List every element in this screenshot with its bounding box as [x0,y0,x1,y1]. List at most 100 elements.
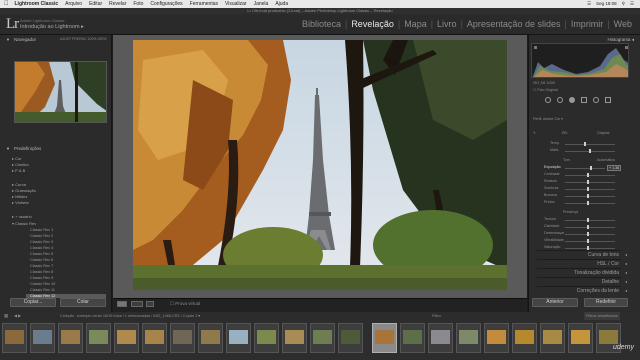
texture-slider-track[interactable] [565,220,615,221]
menu-visualizar[interactable]: Visualizar [225,0,247,8]
filmstrip-thumb[interactable] [142,323,167,353]
filmstrip-thumb[interactable] [568,323,593,353]
filmstrip-thumb[interactable] [456,323,481,353]
module-imprimir[interactable]: Imprimir [571,19,604,29]
section-detail[interactable]: Detalhe ◂ [537,277,627,285]
whites-slider-handle[interactable] [587,194,589,198]
filmstrip-thumb[interactable] [540,323,565,353]
whites-slider-track[interactable] [565,196,615,197]
histogram-graph[interactable] [531,43,629,78]
histogram-header[interactable]: Histograma ◂ [529,36,640,43]
preset-item[interactable]: Classic Rev 5 [30,252,53,257]
preset-group-nitidez[interactable]: ▸ Nitidez [12,194,27,199]
filmstrip-thumb[interactable] [30,323,55,353]
tone-auto-button[interactable]: Automático [597,158,615,162]
preset-item[interactable]: Classic Rev 6 [30,258,53,263]
highlights-slider-handle[interactable] [587,180,589,184]
grid-view-icon[interactable]: ▦ [4,312,8,320]
preset-group-curva[interactable]: ▸ Curva [12,182,26,187]
filmstrip-thumb[interactable] [512,323,537,353]
section-hsl[interactable]: HSL / Cor ◂ [537,259,627,267]
preset-group-classic-rev[interactable]: ▾ Classic Rev [12,221,36,226]
module-livro[interactable]: Livro [437,19,457,29]
preset-item[interactable]: Classic Rev 2 [30,234,53,239]
filmstrip-source-info[interactable]: Coleção : exemplo vento 16/19 fotos / 1 … [60,312,200,320]
preset-item[interactable]: Classic Rev 4 [30,246,53,251]
redeye-icon[interactable] [569,97,575,103]
filmstrip-thumb[interactable] [310,323,335,353]
filmstrip-thumb[interactable] [282,323,307,353]
reset-button[interactable]: Redefinir [584,298,628,307]
radial-filter-icon[interactable] [593,97,599,103]
filmstrip-thumb[interactable] [226,323,251,353]
filmstrip-thumb[interactable] [198,323,223,353]
filter-dropdown[interactable]: Filtros desativados [584,312,620,320]
menu-ajuda[interactable]: Ajuda [275,0,288,8]
search-icon[interactable]: ⚲ [622,0,625,8]
filmstrip-thumb-selected[interactable] [372,323,397,353]
before-after-button[interactable] [131,301,143,307]
raw-original-checkbox[interactable]: ☐ Foto Original [533,88,558,92]
navigator-zoom-options[interactable]: AJUST PREENC 100% 200% [60,37,106,41]
crop-tool-icon[interactable] [545,97,551,103]
exposure-slider-handle[interactable] [590,166,592,170]
wifi-icon[interactable]: ☰ [587,0,591,8]
shadows-slider-handle[interactable] [587,187,589,191]
filmstrip-thumb[interactable] [484,323,509,353]
preset-item[interactable]: Classic Rev 8 [30,270,53,275]
swap-button[interactable] [146,301,154,307]
filmstrip-thumb[interactable] [400,323,425,353]
menu-list-icon[interactable]: ☰ [630,0,634,8]
exposure-value-field[interactable]: + 1,36 [607,165,622,171]
texture-slider-handle[interactable] [587,218,589,222]
main-photo[interactable] [133,40,507,290]
menu-foto[interactable]: Foto [133,0,143,8]
menu-arquivo[interactable]: Arquivo [65,0,82,8]
filmstrip-thumb[interactable] [58,323,83,353]
module-revelacao[interactable]: Revelação [351,19,394,29]
preset-group-cor[interactable]: ▸ Cor [12,156,22,161]
vibrance-slider-track[interactable] [565,241,615,242]
contrast-slider-track[interactable] [565,175,615,176]
module-biblioteca[interactable]: Biblioteca [302,19,341,29]
section-lens-corrections[interactable]: Correções da lente ◂ [537,286,627,294]
nav-arrows[interactable]: ◀ ▶ [14,312,21,320]
app-menu[interactable]: Lightroom Classic [15,0,59,8]
blacks-slider-track[interactable] [565,203,615,204]
section-split-toning[interactable]: Tonalização dividida ◂ [537,268,627,276]
preset-item[interactable]: Classic Rev 10 [30,282,55,287]
preset-item[interactable]: Classic Rev 1 [30,228,53,233]
saturation-slider-track[interactable] [565,248,615,249]
preset-group-granulacao[interactable]: ▸ Granulação [12,188,36,193]
filmstrip-thumb[interactable] [114,323,139,353]
catalog-title[interactable]: Introdução ao Lightroom ▸ [20,24,84,30]
exposure-slider-track[interactable] [565,168,605,169]
menu-revelar[interactable]: Revelar [109,0,126,8]
preset-group-usuario[interactable]: ▸ + usuário [12,214,32,219]
filmstrip-thumb[interactable] [254,323,279,353]
paste-button[interactable]: Colar [60,298,106,307]
preset-group-criativo[interactable]: ▸ Criativo [12,162,29,167]
menu-editar[interactable]: Editar [89,0,102,8]
clock[interactable]: Seg 18:08 [596,0,617,8]
menu-configuracoes[interactable]: Configurações [150,0,182,8]
soft-proof-checkbox[interactable]: ☐ Prova virtual [170,300,200,308]
spot-removal-icon[interactable] [557,97,563,103]
clarity-slider-track[interactable] [565,227,615,228]
preset-item[interactable]: Classic Rev 3 [30,240,53,245]
wb-value[interactable]: Original [597,131,609,135]
vibrance-slider-handle[interactable] [587,239,589,243]
filmstrip-thumb[interactable] [338,323,363,353]
eyedropper-icon[interactable]: ✎ [533,131,536,135]
temp-slider-track[interactable] [565,144,615,145]
preset-group-pb[interactable]: ▸ P & B [12,168,25,173]
temp-slider-handle[interactable] [584,142,586,146]
clarity-slider-handle[interactable] [587,225,589,229]
preset-item[interactable]: Classic Rev 7 [30,264,53,269]
previous-button[interactable]: Anterior [532,298,578,307]
module-apresentacao[interactable]: Apresentação de slides [467,19,561,29]
filmstrip-thumb[interactable] [86,323,111,353]
highlights-slider-track[interactable] [565,182,615,183]
navigator-preview[interactable] [14,61,107,123]
module-web[interactable]: Web [614,19,632,29]
